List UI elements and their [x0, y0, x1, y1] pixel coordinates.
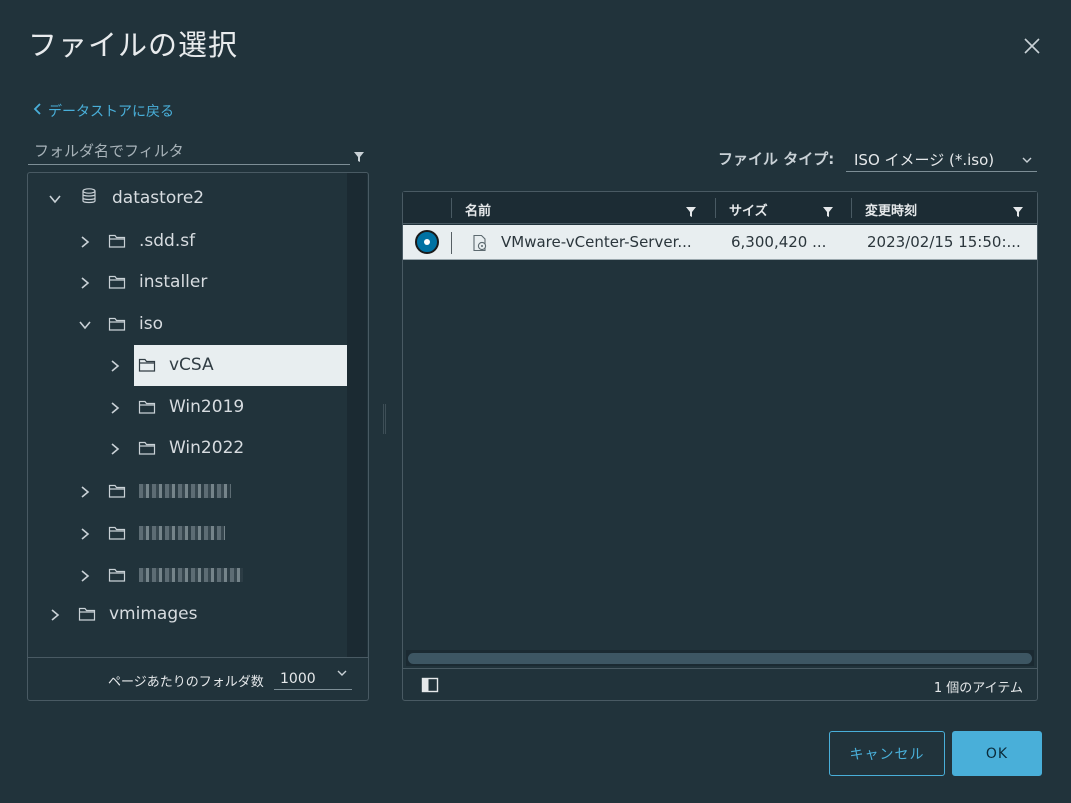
- table-row[interactable]: VMware-vCenter-Server... 6,300,420 ... 2…: [403, 225, 1037, 260]
- tree-node-win2019[interactable]: Win2019: [108, 387, 244, 427]
- back-to-datastore-link[interactable]: データストアに戻る: [32, 101, 174, 121]
- tree-node-installer[interactable]: installer: [78, 262, 207, 302]
- chevron-right-icon[interactable]: [48, 607, 62, 621]
- column-header-modified[interactable]: 変更時刻: [851, 192, 1037, 224]
- chevron-right-icon[interactable]: [108, 358, 122, 372]
- tree-node-label: vmimages: [109, 604, 198, 624]
- tree-node-label: Win2019: [169, 397, 245, 417]
- folder-tree: datastore2 .sdd.sf installer iso vCSA Wi…: [27, 172, 369, 701]
- tree-node-label: Win2022: [169, 438, 245, 458]
- folder-icon: [108, 316, 126, 332]
- folder-icon: [138, 440, 156, 456]
- chevron-right-icon[interactable]: [108, 441, 122, 455]
- chevron-right-icon[interactable]: [78, 275, 92, 289]
- back-link-label: データストアに戻る: [48, 104, 174, 120]
- item-count: 1 個のアイテム: [933, 681, 1023, 696]
- panel-splitter[interactable]: [383, 404, 386, 434]
- chevron-right-icon[interactable]: [78, 526, 92, 540]
- tree-node-redacted-1[interactable]: [78, 471, 231, 511]
- folders-per-page-value: 1000: [280, 671, 316, 687]
- folder-filter: [28, 138, 368, 166]
- grid-footer: 1 個のアイテム: [403, 668, 1037, 700]
- database-icon: [80, 187, 98, 210]
- chevron-down-icon[interactable]: [78, 317, 92, 331]
- disc-file-icon: [471, 234, 489, 256]
- tree-node-redacted-2[interactable]: [78, 513, 225, 553]
- column-header-label: 変更時刻: [865, 204, 918, 219]
- tree-node-iso[interactable]: iso: [78, 304, 163, 344]
- tree-node-datastore2[interactable]: datastore2: [48, 178, 204, 218]
- folder-icon: [108, 233, 126, 249]
- file-grid: 名前 サイズ 変更時刻 VMware-vCenter-Server... 6,3…: [402, 191, 1038, 701]
- dialog-title: ファイルの選択: [28, 28, 239, 62]
- column-header-label: 名前: [465, 204, 492, 219]
- tree-node-redacted-3[interactable]: [78, 555, 243, 595]
- redacted-label: [139, 484, 231, 498]
- folders-per-page-select[interactable]: 1000: [274, 666, 352, 690]
- tree-pagination: ページあたりのフォルダ数 1000: [28, 657, 368, 700]
- cancel-button[interactable]: キャンセル: [829, 731, 945, 776]
- tree-node-sdd-sf[interactable]: .sdd.sf: [78, 221, 195, 261]
- column-toggle-icon[interactable]: [421, 677, 439, 697]
- scrollbar-thumb[interactable]: [408, 653, 1032, 664]
- filter-icon[interactable]: [353, 148, 365, 167]
- close-icon[interactable]: [1020, 34, 1044, 58]
- file-type-label: ファイル タイプ:: [718, 150, 835, 168]
- chevron-right-icon[interactable]: [78, 568, 92, 582]
- column-header-label: サイズ: [729, 204, 768, 219]
- ok-button[interactable]: OK: [952, 731, 1042, 776]
- row-separator: [451, 232, 452, 254]
- file-modified-cell: 2023/02/15 15:50:...: [867, 233, 1021, 251]
- folder-icon: [108, 525, 126, 541]
- filter-icon[interactable]: [822, 203, 834, 222]
- chevron-right-icon[interactable]: [108, 400, 122, 414]
- tree-node-vmimages[interactable]: vmimages: [48, 594, 197, 634]
- tree-node-win2022[interactable]: Win2022: [108, 428, 244, 468]
- tree-node-label: datastore2: [112, 188, 205, 208]
- redacted-label: [139, 568, 243, 582]
- file-name-cell: VMware-vCenter-Server...: [501, 233, 692, 251]
- tree-node-vcsa[interactable]: vCSA: [108, 345, 348, 386]
- folders-per-page-label: ページあたりのフォルダ数: [108, 675, 264, 690]
- chevron-down-icon[interactable]: [48, 191, 62, 205]
- filter-icon[interactable]: [685, 203, 697, 222]
- tree-node-selected-highlight: [134, 345, 347, 386]
- folder-icon: [78, 606, 96, 622]
- file-size-cell: 6,300,420 ...: [731, 233, 827, 251]
- row-radio-button[interactable]: [415, 230, 439, 254]
- redacted-label: [139, 526, 225, 540]
- chevron-right-icon[interactable]: [78, 234, 92, 248]
- tree-node-label: .sdd.sf: [139, 231, 196, 251]
- chevron-left-icon: [32, 102, 42, 120]
- chevron-down-icon: [1021, 151, 1033, 169]
- folder-filter-input[interactable]: [28, 138, 350, 165]
- horizontal-scrollbar[interactable]: [406, 650, 1034, 666]
- grid-header: 名前 サイズ 変更時刻: [403, 192, 1037, 224]
- file-type-select[interactable]: ISO イメージ (*.iso): [846, 146, 1037, 172]
- tree-node-label: installer: [139, 272, 208, 292]
- folder-icon: [138, 357, 156, 373]
- folder-icon: [108, 274, 126, 290]
- file-type-value: ISO イメージ (*.iso): [854, 151, 995, 169]
- folder-icon: [138, 399, 156, 415]
- chevron-down-icon: [336, 666, 348, 682]
- column-header-name[interactable]: 名前: [451, 192, 715, 224]
- chevron-right-icon[interactable]: [78, 484, 92, 498]
- filter-icon[interactable]: [1012, 203, 1024, 222]
- folder-icon: [108, 567, 126, 583]
- tree-node-label: vCSA: [169, 355, 214, 375]
- tree-scrollbar[interactable]: [347, 173, 367, 657]
- tree-node-label: iso: [139, 314, 163, 334]
- folder-icon: [108, 483, 126, 499]
